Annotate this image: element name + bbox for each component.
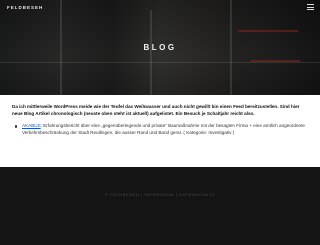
- hero-banner: FELDBESEH BLOG: [0, 0, 320, 95]
- hero-photo-rail: [238, 30, 298, 32]
- post-link-akabus[interactable]: AKABUS: [22, 123, 41, 128]
- site-title[interactable]: FELDBESEH: [7, 5, 43, 10]
- hero-photo-frame: [150, 10, 152, 95]
- main-content: Da ich mittlerweile WordPress meide wie …: [0, 95, 320, 167]
- hero-photo-frame: [0, 62, 320, 63]
- footer: © FELDBESEH | IMPRESSUM | DATENSCHUTZ: [0, 167, 320, 245]
- page-title: BLOG: [143, 43, 177, 52]
- hamburger-menu-icon[interactable]: [307, 4, 314, 10]
- intro-text: Da ich mittlerweile WordPress meide wie …: [12, 104, 300, 116]
- post-list-item: AKABUS: Erfahrungsbericht über eine „geg…: [12, 123, 308, 136]
- post-description: : Erfahrungsbericht über eine „gegenüber…: [22, 123, 305, 135]
- footer-text: © FELDBESEH | IMPRESSUM | DATENSCHUTZ: [104, 192, 216, 197]
- bullet-icon: [15, 125, 18, 128]
- post-list: AKABUS: Erfahrungsbericht über eine „geg…: [12, 123, 308, 136]
- hero-photo-rail: [250, 60, 300, 62]
